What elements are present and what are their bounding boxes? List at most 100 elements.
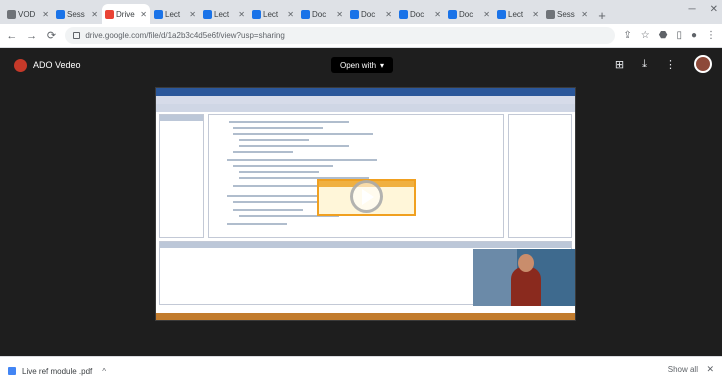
recorded-taskbar xyxy=(156,313,575,320)
video-player[interactable] xyxy=(155,87,576,321)
extension-icon[interactable]: ⬣ xyxy=(659,30,668,41)
tab-title: Doc xyxy=(312,9,327,19)
tab-title: Doc xyxy=(459,9,474,19)
chevron-down-icon: ▾ xyxy=(380,60,385,70)
recorded-window-toolbar xyxy=(156,104,575,112)
tab-title: Drive xyxy=(116,9,135,19)
tab-title: Lect xyxy=(214,9,230,19)
tab-close-icon[interactable]: ✕ xyxy=(532,10,539,19)
share-icon[interactable]: ⇪ xyxy=(623,30,631,41)
browser-tab[interactable]: Sess ✕ xyxy=(53,4,101,24)
open-with-button[interactable]: Open with ▾ xyxy=(331,57,394,73)
tab-close-icon[interactable]: ✕ xyxy=(483,10,490,19)
tab-favicon-icon xyxy=(301,9,310,19)
tab-close-icon[interactable]: ✕ xyxy=(91,10,98,19)
browser-tab[interactable]: Doc ✕ xyxy=(396,4,444,24)
close-icon[interactable]: ✕ xyxy=(706,364,714,375)
file-name: ADO Vedeo xyxy=(33,60,81,70)
tab-close-icon[interactable]: ✕ xyxy=(385,10,392,19)
tab-favicon-icon xyxy=(497,9,506,19)
tab-favicon-icon xyxy=(252,9,261,19)
tab-favicon-icon xyxy=(105,9,114,19)
video-file-icon xyxy=(14,59,27,72)
tab-title: VOD xyxy=(18,9,36,19)
browser-tab[interactable]: VOD ✕ xyxy=(4,4,52,24)
recorded-code-editor xyxy=(208,114,504,238)
viewer-actions: ⊞ ⤓ ⋮ xyxy=(615,55,712,73)
tab-close-icon[interactable]: ✕ xyxy=(336,10,343,19)
add-to-drive-icon[interactable]: ⊞ xyxy=(615,58,624,71)
viewer-header: ADO Vedeo Open with ▾ ⊞ ⤓ ⋮ xyxy=(0,48,722,82)
tab-favicon-icon xyxy=(399,9,408,19)
browser-tab[interactable]: Drive ✕ xyxy=(102,4,150,24)
tab-close-icon[interactable]: ✕ xyxy=(287,10,294,19)
code-line xyxy=(239,145,349,147)
download-icon[interactable]: ⤓ xyxy=(642,58,647,71)
browser-tab[interactable]: Lect ✕ xyxy=(249,4,297,24)
address-bar[interactable]: drive.google.com/file/d/1a2b3c4d5e6f/vie… xyxy=(65,27,616,44)
window-controls: ─ ✕ xyxy=(689,4,718,15)
code-line xyxy=(233,165,333,167)
code-line xyxy=(227,159,377,161)
download-item-name: Live ref module .pdf xyxy=(22,366,93,376)
browser-tab[interactable]: Doc ✕ xyxy=(347,4,395,24)
browser-tab[interactable]: Lect ✕ xyxy=(151,4,199,24)
minimize-icon[interactable]: ─ xyxy=(689,4,696,15)
tab-close-icon[interactable]: ✕ xyxy=(140,10,147,19)
browser-tab[interactable]: Lect ✕ xyxy=(200,4,248,24)
browser-tab[interactable]: Lect ✕ xyxy=(494,4,542,24)
browser-tab[interactable]: Doc ✕ xyxy=(298,4,346,24)
play-button[interactable] xyxy=(350,180,383,213)
presenter xyxy=(511,267,541,306)
more-options-icon[interactable]: ⋮ xyxy=(665,58,676,71)
recorded-window-menubar xyxy=(156,96,575,104)
code-line xyxy=(229,121,349,123)
code-line xyxy=(233,209,303,211)
tab-title: Doc xyxy=(361,9,376,19)
tab-close-icon[interactable]: ✕ xyxy=(581,10,588,19)
code-line xyxy=(233,127,323,129)
recorded-toolbox-panel xyxy=(159,114,204,238)
tab-favicon-icon xyxy=(546,9,555,19)
drive-video-viewer: ADO Vedeo Open with ▾ ⊞ ⤓ ⋮ xyxy=(0,48,722,356)
avatar[interactable] xyxy=(694,55,712,73)
tab-favicon-icon xyxy=(154,9,163,19)
tab-favicon-icon xyxy=(448,9,457,19)
tab-title: Lect xyxy=(263,9,279,19)
show-all-button[interactable]: Show all xyxy=(668,365,698,374)
url-text: drive.google.com/file/d/1a2b3c4d5e6f/vie… xyxy=(85,31,285,40)
tab-strip: VOD ✕ Sess ✕ Drive ✕ Lect ✕ Lect ✕ Lect ✕ Doc ✕ Doc ✕ Do… xyxy=(0,0,722,24)
sidebar-icon[interactable]: ▯ xyxy=(676,30,682,41)
tab-favicon-icon xyxy=(203,9,212,19)
tab-close-icon[interactable]: ✕ xyxy=(434,10,441,19)
download-bar: Live ref module .pdf ^ Show all ✕ xyxy=(0,356,722,384)
lock-icon xyxy=(73,32,81,39)
download-item[interactable]: Live ref module .pdf ^ xyxy=(8,363,106,379)
recorded-explorer-panel xyxy=(508,114,572,238)
tab-favicon-icon xyxy=(350,9,359,19)
new-tab-button[interactable]: + xyxy=(594,6,610,24)
close-window-icon[interactable]: ✕ xyxy=(710,4,718,15)
menu-icon[interactable]: ⋮ xyxy=(706,30,716,41)
star-icon[interactable]: ☆ xyxy=(641,30,650,41)
profile-icon[interactable]: ● xyxy=(691,30,697,41)
browser-tab[interactable]: Doc ✕ xyxy=(445,4,493,24)
code-line xyxy=(239,139,309,141)
tab-favicon-icon xyxy=(7,9,16,19)
tab-title: Doc xyxy=(410,9,425,19)
browser-tab[interactable]: Sess ✕ xyxy=(543,4,591,24)
tab-close-icon[interactable]: ✕ xyxy=(238,10,245,19)
back-icon[interactable]: ← xyxy=(6,30,18,42)
forward-icon[interactable]: → xyxy=(26,30,38,42)
tab-close-icon[interactable]: ✕ xyxy=(189,10,196,19)
tab-title: Lect xyxy=(165,9,181,19)
code-line xyxy=(233,133,373,135)
pdf-file-icon xyxy=(8,367,16,375)
open-with-label: Open with xyxy=(340,60,377,70)
browser-toolbar: ← → ⟳ drive.google.com/file/d/1a2b3c4d5e… xyxy=(0,24,722,48)
reload-icon[interactable]: ⟳ xyxy=(46,29,58,42)
tab-title: Lect xyxy=(508,9,524,19)
tab-close-icon[interactable]: ✕ xyxy=(42,10,49,19)
chevron-up-icon[interactable]: ^ xyxy=(102,367,106,376)
code-line xyxy=(239,171,319,173)
